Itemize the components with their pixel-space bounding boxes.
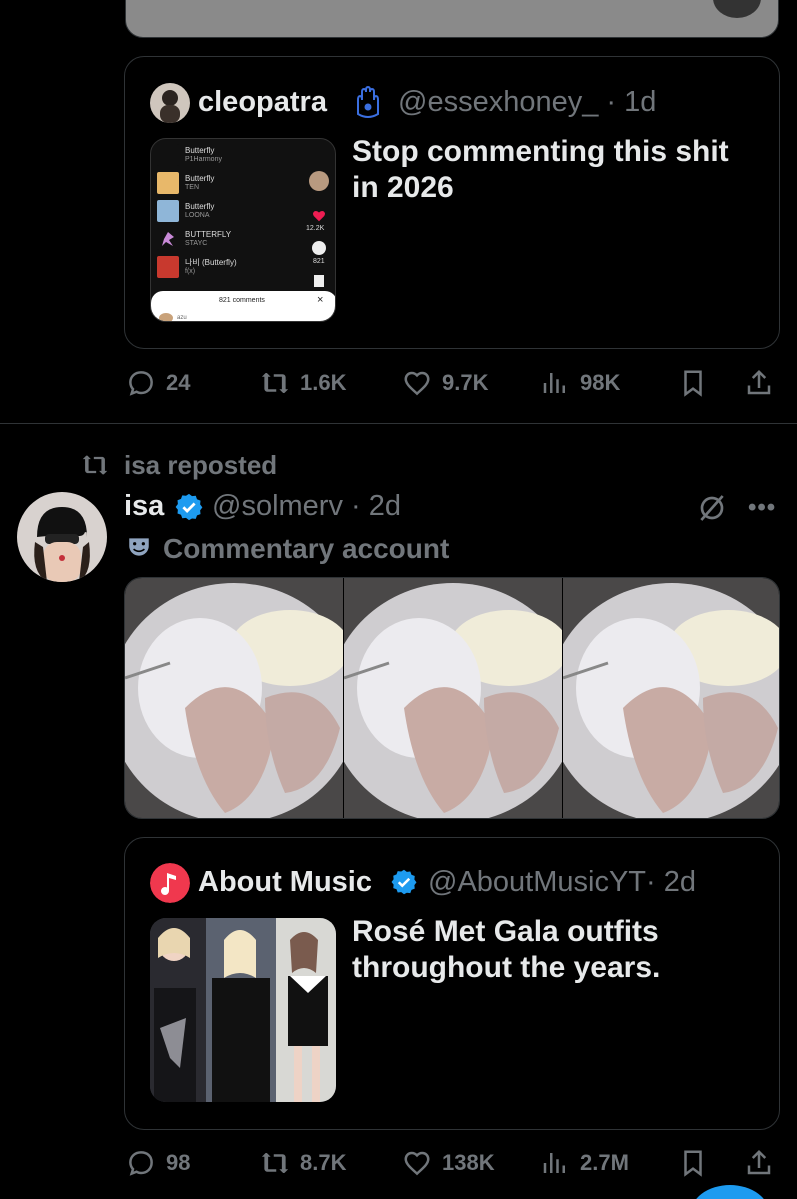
views-icon (543, 373, 565, 393)
avatar (309, 171, 329, 191)
song-artist: LOONA (185, 212, 210, 219)
like-count: 12.2K (306, 225, 325, 232)
reply-button[interactable]: 98 (126, 1146, 190, 1180)
reply-icon (129, 1151, 153, 1176)
view-count: 98K (580, 370, 621, 395)
heart-icon (312, 209, 326, 223)
share-button[interactable] (744, 1146, 774, 1180)
grok-icon[interactable] (696, 492, 728, 524)
author-handle[interactable]: @solmerv · 2d (212, 490, 401, 523)
repost-button[interactable]: 8.7K (260, 1146, 346, 1180)
bookmark-icon (684, 1150, 702, 1177)
timestamp[interactable]: · 2d (351, 490, 401, 522)
repost-icon (261, 1153, 289, 1173)
verified-icon (390, 868, 418, 896)
handle-text[interactable]: @solmerv (212, 490, 343, 522)
quote-text: Stop commenting this shit in 2026 (352, 135, 729, 204)
quote-author-handle[interactable]: @AboutMusicYT· 2d (428, 866, 696, 899)
reply-count: 98 (166, 1150, 191, 1175)
share-button[interactable] (744, 366, 774, 400)
song-title: 나비 (Butterfly) (185, 258, 237, 267)
handle-text[interactable]: @essexhoney_ (398, 86, 598, 118)
more-icon[interactable]: ••• (748, 494, 776, 522)
close-icon: × (317, 294, 324, 306)
theater-masks-icon (126, 534, 152, 560)
list-item: Butterfly TEN (157, 171, 214, 195)
avatar[interactable] (17, 492, 107, 582)
list-item: Butterfly P1Harmony (157, 143, 222, 167)
music-note-icon[interactable] (150, 863, 190, 903)
quote-media-thumbnail[interactable] (150, 918, 336, 1102)
verified-icon (174, 492, 204, 522)
view-count: 2.7M (580, 1150, 629, 1175)
quote-media-thumbnail[interactable]: Butterfly P1Harmony Butterfly TEN Butterfl… (150, 138, 336, 322)
bookmark-button[interactable] (678, 366, 708, 400)
media-image[interactable] (344, 578, 562, 818)
song-artist: TEN (185, 184, 199, 191)
comments-sheet: 821 comments × azu (151, 291, 335, 321)
author-name[interactable]: isa (124, 490, 164, 523)
commenter-name: azu (177, 315, 187, 321)
repost-icon (80, 451, 112, 479)
repost-count: 8.7K (300, 1150, 347, 1175)
media-image[interactable] (563, 578, 779, 818)
bookmark-button[interactable] (678, 1146, 708, 1180)
hamsa-icon (350, 84, 386, 120)
post-divider (0, 423, 797, 424)
bookmark-icon (314, 275, 324, 287)
repost-label[interactable]: isa reposted (124, 450, 277, 481)
like-count: 9.7K (442, 370, 489, 395)
like-button[interactable]: 9.7K (402, 366, 488, 400)
repost-icon (261, 373, 289, 393)
quote-text: Rosé Met Gala outfits throughout the yea… (352, 915, 661, 984)
avatar[interactable] (150, 83, 190, 123)
comments-sheet-title: 821 comments (219, 297, 265, 304)
song-artist: STAYC (185, 240, 208, 247)
song-artist: P1Harmony (185, 156, 222, 163)
like-icon (404, 1151, 430, 1176)
song-title: BUTTERFLY (185, 230, 232, 239)
song-title: Butterfly (185, 202, 215, 211)
quote-author-name[interactable]: cleopatra (198, 86, 327, 119)
post-media[interactable] (124, 577, 780, 819)
reply-button[interactable]: 24 (126, 366, 190, 400)
timestamp[interactable]: · 1d (606, 86, 656, 118)
list-item: 나비 (Butterfly) f(x) (157, 255, 237, 279)
bookmark-icon (684, 370, 702, 397)
handle-text[interactable]: @AboutMusicYT (428, 866, 646, 898)
list-item: BUTTERFLY STAYC (157, 227, 231, 251)
reply-count: 24 (166, 370, 191, 395)
like-count: 138K (442, 1150, 495, 1175)
previous-post-media[interactable] (125, 0, 779, 38)
timestamp[interactable]: · 2d (646, 866, 696, 898)
compose-button[interactable] (690, 1185, 770, 1199)
list-item: Butterfly LOONA (157, 199, 214, 223)
like-button[interactable]: 138K (402, 1146, 495, 1180)
share-icon (747, 1149, 771, 1175)
views-button[interactable]: 98K (540, 366, 620, 400)
views-button[interactable]: 2.7M (540, 1146, 629, 1180)
quote-author-name[interactable]: About Music (198, 866, 372, 899)
comment-count: 821 (313, 258, 325, 265)
account-label[interactable]: Commentary account (163, 533, 449, 565)
share-icon (747, 369, 771, 395)
song-artist: f(x) (185, 268, 196, 275)
like-icon (404, 371, 430, 396)
avatar (159, 313, 173, 321)
repost-count: 1.6K (300, 370, 347, 395)
reply-icon (129, 371, 153, 396)
song-title: Butterfly (185, 174, 215, 183)
quote-author-handle[interactable]: @essexhoney_ · 1d (398, 86, 656, 119)
song-title: Butterfly (185, 146, 215, 155)
views-icon (543, 1153, 565, 1173)
comment-icon (312, 241, 326, 255)
media-image[interactable] (125, 578, 343, 818)
repost-button[interactable]: 1.6K (260, 366, 346, 400)
